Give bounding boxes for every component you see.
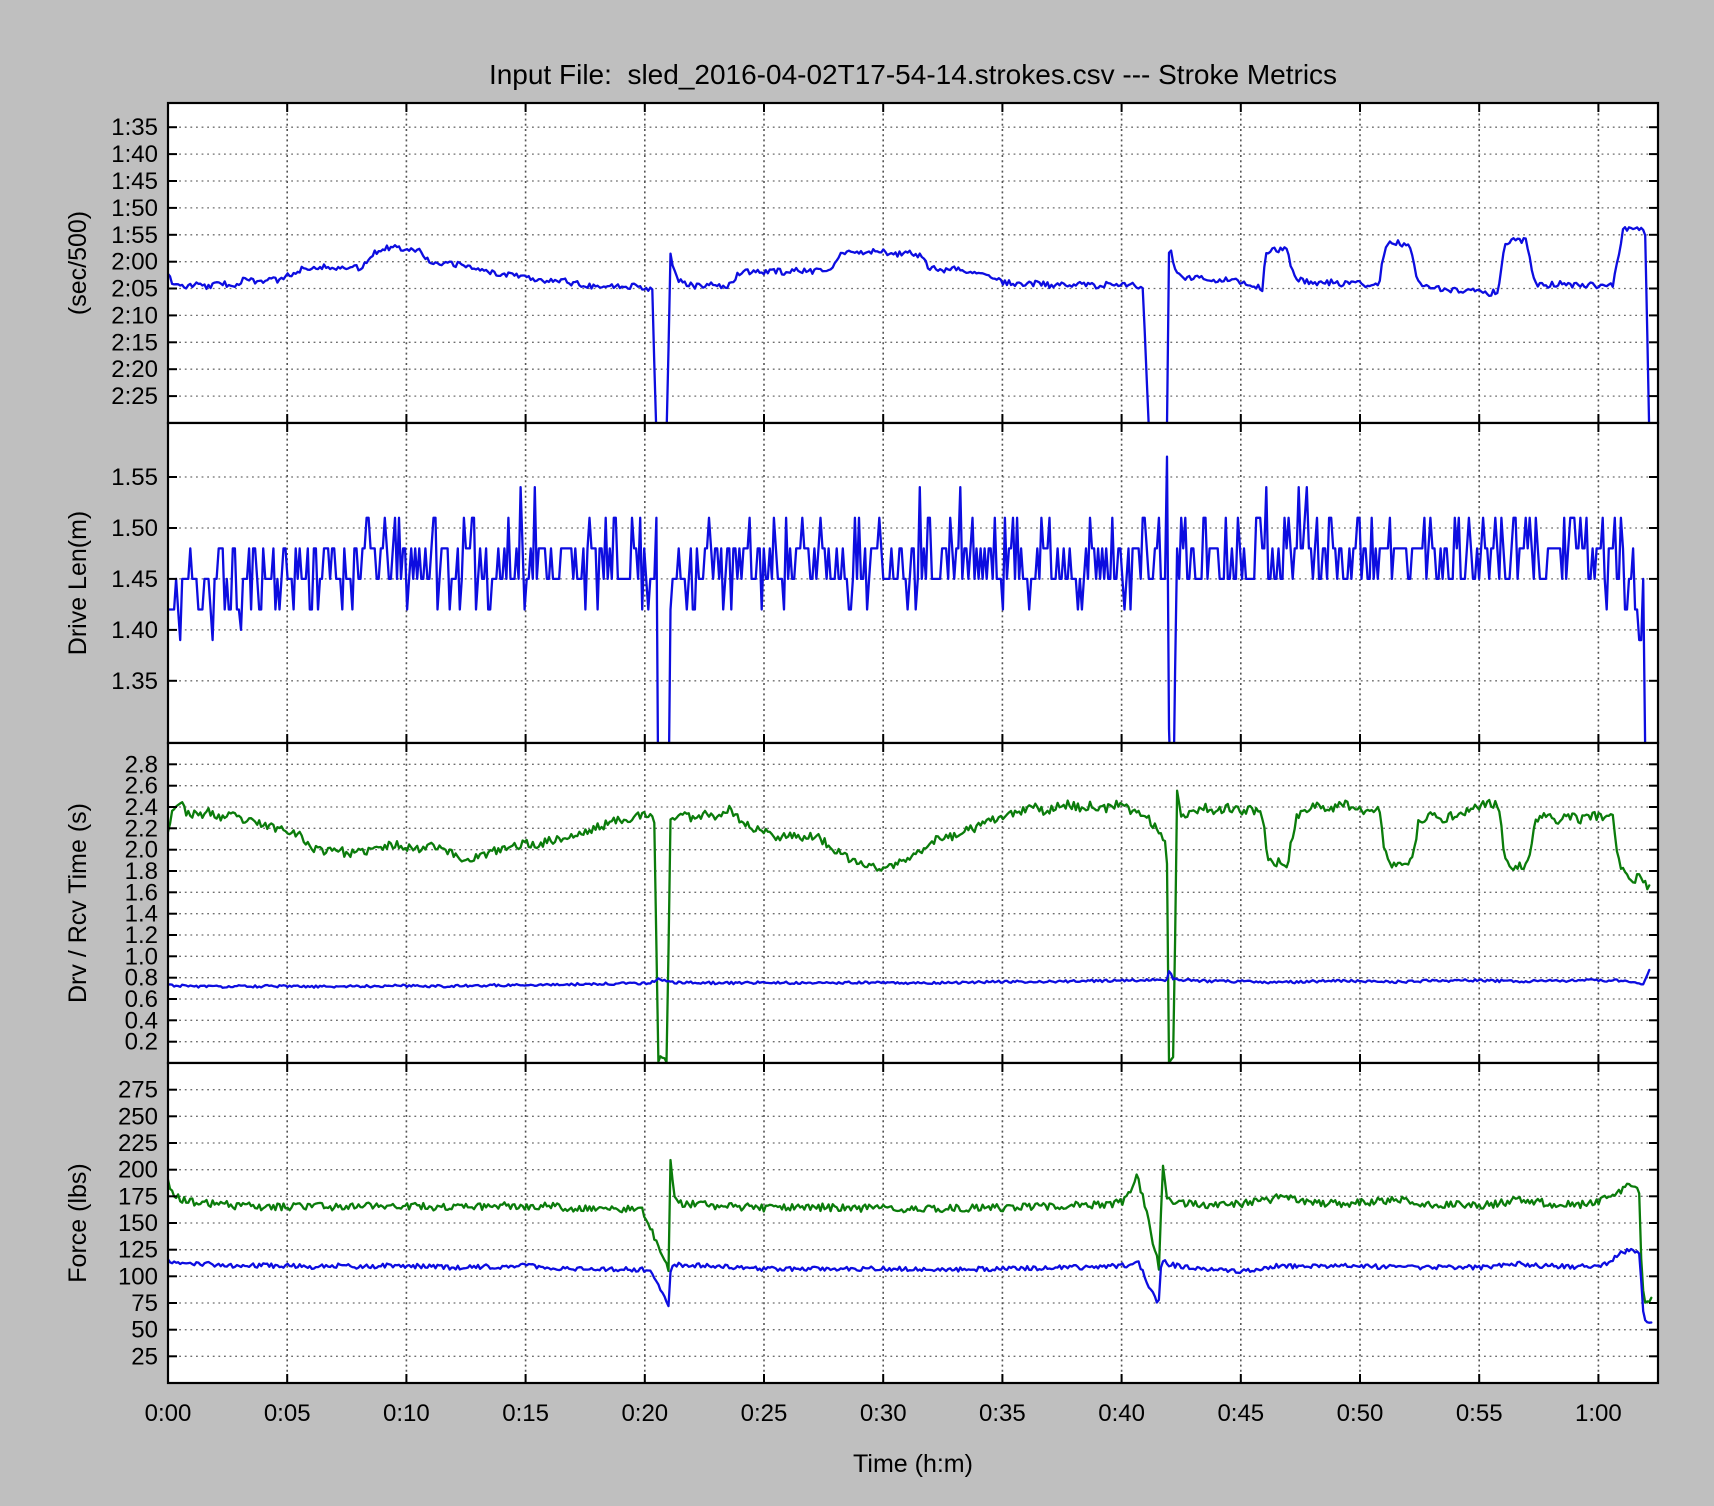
chart-title: Input File: sled_2016-04-02T17-54-14.str… bbox=[489, 59, 1337, 90]
y-tick-label: 1.40 bbox=[111, 617, 158, 644]
subplot-1-plot-area bbox=[168, 423, 1658, 743]
x-tick-label: 0:50 bbox=[1337, 1400, 1384, 1427]
y-axis-label-force: Force (lbs) bbox=[64, 1163, 92, 1282]
x-tick-label: 0:40 bbox=[1098, 1400, 1145, 1427]
y-tick-label: 1.50 bbox=[111, 515, 158, 542]
subplot-2-plot-area bbox=[168, 743, 1658, 1063]
y-tick-label: 125 bbox=[118, 1237, 158, 1264]
y-tick-label: 50 bbox=[131, 1317, 158, 1344]
x-tick-label: 0:35 bbox=[979, 1400, 1026, 1427]
y-tick-label: 2:10 bbox=[111, 302, 158, 329]
y-tick-label: 275 bbox=[118, 1077, 158, 1104]
y-tick-label: 1:45 bbox=[111, 168, 158, 195]
y-tick-label: 175 bbox=[118, 1183, 158, 1210]
x-tick-label: 1:00 bbox=[1575, 1400, 1622, 1427]
x-tick-label: 0:30 bbox=[860, 1400, 907, 1427]
y-axis-label-drive-length: Drive Len(m) bbox=[64, 511, 92, 655]
x-tick-label: 0:25 bbox=[741, 1400, 788, 1427]
y-tick-label: 1.45 bbox=[111, 566, 158, 593]
y-tick-label: 150 bbox=[118, 1210, 158, 1237]
y-tick-label: 1.35 bbox=[111, 668, 158, 695]
y-tick-label: 1.55 bbox=[111, 464, 158, 491]
x-tick-label: 0:20 bbox=[621, 1400, 668, 1427]
y-tick-label: 250 bbox=[118, 1103, 158, 1130]
plots-layer: 1:351:401:451:501:552:002:052:102:152:20… bbox=[111, 103, 1658, 1427]
y-tick-label: 75 bbox=[131, 1290, 158, 1317]
y-axis-label-pace: (sec/500) bbox=[64, 211, 92, 315]
y-tick-label: 2:20 bbox=[111, 356, 158, 383]
x-tick-label: 0:05 bbox=[264, 1400, 311, 1427]
y-tick-label: 100 bbox=[118, 1263, 158, 1290]
x-tick-label: 0:15 bbox=[502, 1400, 549, 1427]
x-tick-label: 0:55 bbox=[1456, 1400, 1503, 1427]
y-tick-label: 25 bbox=[131, 1343, 158, 1370]
y-tick-label: 2:15 bbox=[111, 329, 158, 356]
chart-canvas: 1:351:401:451:501:552:002:052:102:152:20… bbox=[0, 0, 1714, 1506]
x-tick-label: 0:00 bbox=[145, 1400, 192, 1427]
subplot-0-plot-area bbox=[168, 103, 1658, 423]
y-tick-label: 1:40 bbox=[111, 141, 158, 168]
y-tick-label: 1:50 bbox=[111, 195, 158, 222]
stroke-metrics-figure: 1:351:401:451:501:552:002:052:102:152:20… bbox=[0, 0, 1714, 1506]
x-tick-label: 0:45 bbox=[1217, 1400, 1264, 1427]
y-tick-label: 225 bbox=[118, 1130, 158, 1157]
x-tick-label: 0:10 bbox=[383, 1400, 430, 1427]
y-tick-label: 2:25 bbox=[111, 383, 158, 410]
y-tick-label: 1:55 bbox=[111, 222, 158, 249]
y-tick-label: 2:00 bbox=[111, 249, 158, 276]
y-tick-label: 1:35 bbox=[111, 114, 158, 141]
y-axis-label-drv-rcv-time: Drv / Rcv Time (s) bbox=[64, 803, 92, 1003]
y-tick-label: 2:05 bbox=[111, 276, 158, 303]
y-tick-label: 200 bbox=[118, 1157, 158, 1184]
y-tick-label: 0.2 bbox=[125, 1029, 158, 1056]
x-axis-label: Time (h:m) bbox=[853, 1450, 973, 1478]
